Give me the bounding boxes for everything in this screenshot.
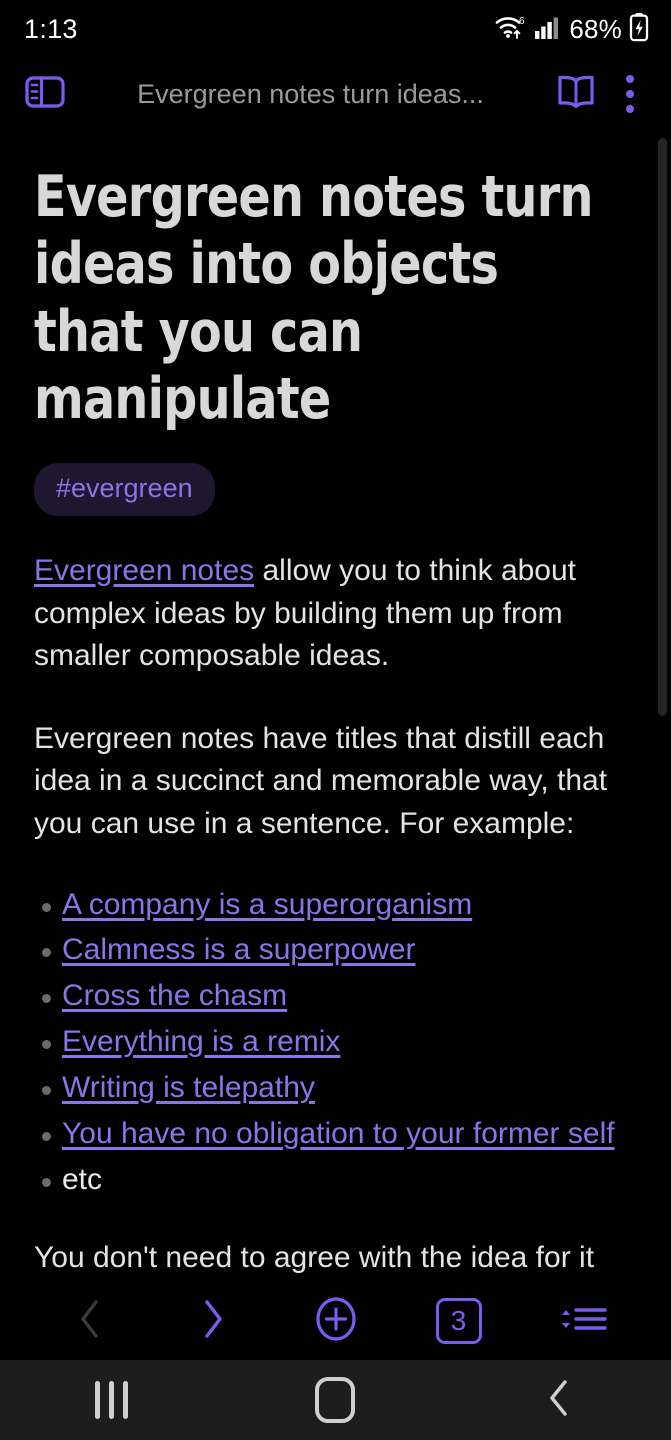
reader-mode-button[interactable] — [549, 67, 603, 121]
status-indicators: 6 68% — [495, 12, 649, 47]
browser-toolbar: 3 — [0, 1282, 671, 1360]
link-note-1[interactable]: Calmness is a superpower — [62, 933, 415, 966]
chevron-right-icon — [196, 1296, 230, 1347]
plus-circle-icon — [310, 1291, 362, 1352]
open-book-icon — [553, 70, 599, 119]
example-note-list: A company is a superorganism Calmness is… — [34, 882, 637, 1203]
cellular-signal-icon — [534, 14, 562, 45]
phone-screen: 1:13 6 68% Evergreen notes turn ideas...… — [0, 0, 671, 1440]
page-title: Evergreen notes turn ideas into objects … — [34, 164, 593, 432]
link-evergreen-notes[interactable]: Evergreen notes — [34, 554, 254, 587]
tag-chip-evergreen[interactable]: #evergreen — [34, 463, 215, 516]
link-note-2[interactable]: Cross the chasm — [62, 979, 287, 1012]
home-icon — [315, 1377, 356, 1423]
nav-back-button[interactable] — [504, 1369, 614, 1431]
chevron-left-icon — [73, 1296, 107, 1347]
list-item: Writing is telepathy — [34, 1065, 637, 1111]
sidebar-toggle-button[interactable] — [18, 67, 72, 121]
browser-forward-button[interactable] — [175, 1288, 251, 1354]
list-item: Cross the chasm — [34, 973, 637, 1019]
browser-back-button[interactable] — [52, 1288, 128, 1354]
svg-text:6: 6 — [519, 16, 525, 27]
list-item: etc — [34, 1157, 637, 1203]
tab-count-badge: 3 — [435, 1298, 482, 1344]
list-item: A company is a superorganism — [34, 882, 637, 928]
nav-home-button[interactable] — [280, 1369, 390, 1431]
list-item: Calmness is a superpower — [34, 927, 637, 973]
list-item: Everything is a remix — [34, 1019, 637, 1065]
overflow-menu-button[interactable] — [603, 67, 657, 121]
paragraph-intro: Evergreen notes allow you to think about… — [34, 550, 637, 678]
back-icon — [541, 1374, 577, 1427]
sidebar-panel-icon — [23, 70, 67, 119]
browser-menu-button[interactable] — [544, 1288, 620, 1354]
status-clock: 1:13 — [24, 13, 78, 44]
nav-recents-button[interactable] — [57, 1369, 167, 1431]
paragraph-clipped: You don't need to agree with the idea fo… — [34, 1240, 595, 1274]
battery-charging-icon — [629, 12, 649, 47]
list-item: You have no obligation to your former se… — [34, 1111, 637, 1157]
link-note-4[interactable]: Writing is telepathy — [62, 1071, 315, 1104]
android-nav-bar — [0, 1360, 671, 1440]
status-bar: 1:13 6 68% — [0, 0, 671, 58]
list-item-label-etc: etc — [62, 1162, 103, 1196]
battery-percent-label: 68% — [569, 13, 622, 44]
recent-apps-icon — [95, 1381, 129, 1419]
wifi-6-icon: 6 — [495, 13, 527, 46]
tag-row: #evergreen — [34, 463, 637, 550]
page-content: Evergreen notes turn ideas into objects … — [0, 130, 671, 1282]
paragraph-titles: Evergreen notes have titles that distill… — [34, 721, 608, 840]
three-dot-menu-icon — [626, 75, 634, 113]
tab-title[interactable]: Evergreen notes turn ideas... — [72, 79, 549, 110]
sort-menu-icon — [553, 1297, 611, 1346]
app-toolbar: Evergreen notes turn ideas... — [0, 58, 671, 130]
vertical-scrollbar[interactable] — [658, 138, 667, 716]
link-note-3[interactable]: Everything is a remix — [62, 1025, 340, 1058]
new-tab-button[interactable] — [298, 1288, 374, 1354]
link-note-0[interactable]: A company is a superorganism — [62, 888, 472, 921]
link-note-5[interactable]: You have no obligation to your former se… — [62, 1117, 615, 1150]
tab-switcher-button[interactable]: 3 — [421, 1288, 497, 1354]
